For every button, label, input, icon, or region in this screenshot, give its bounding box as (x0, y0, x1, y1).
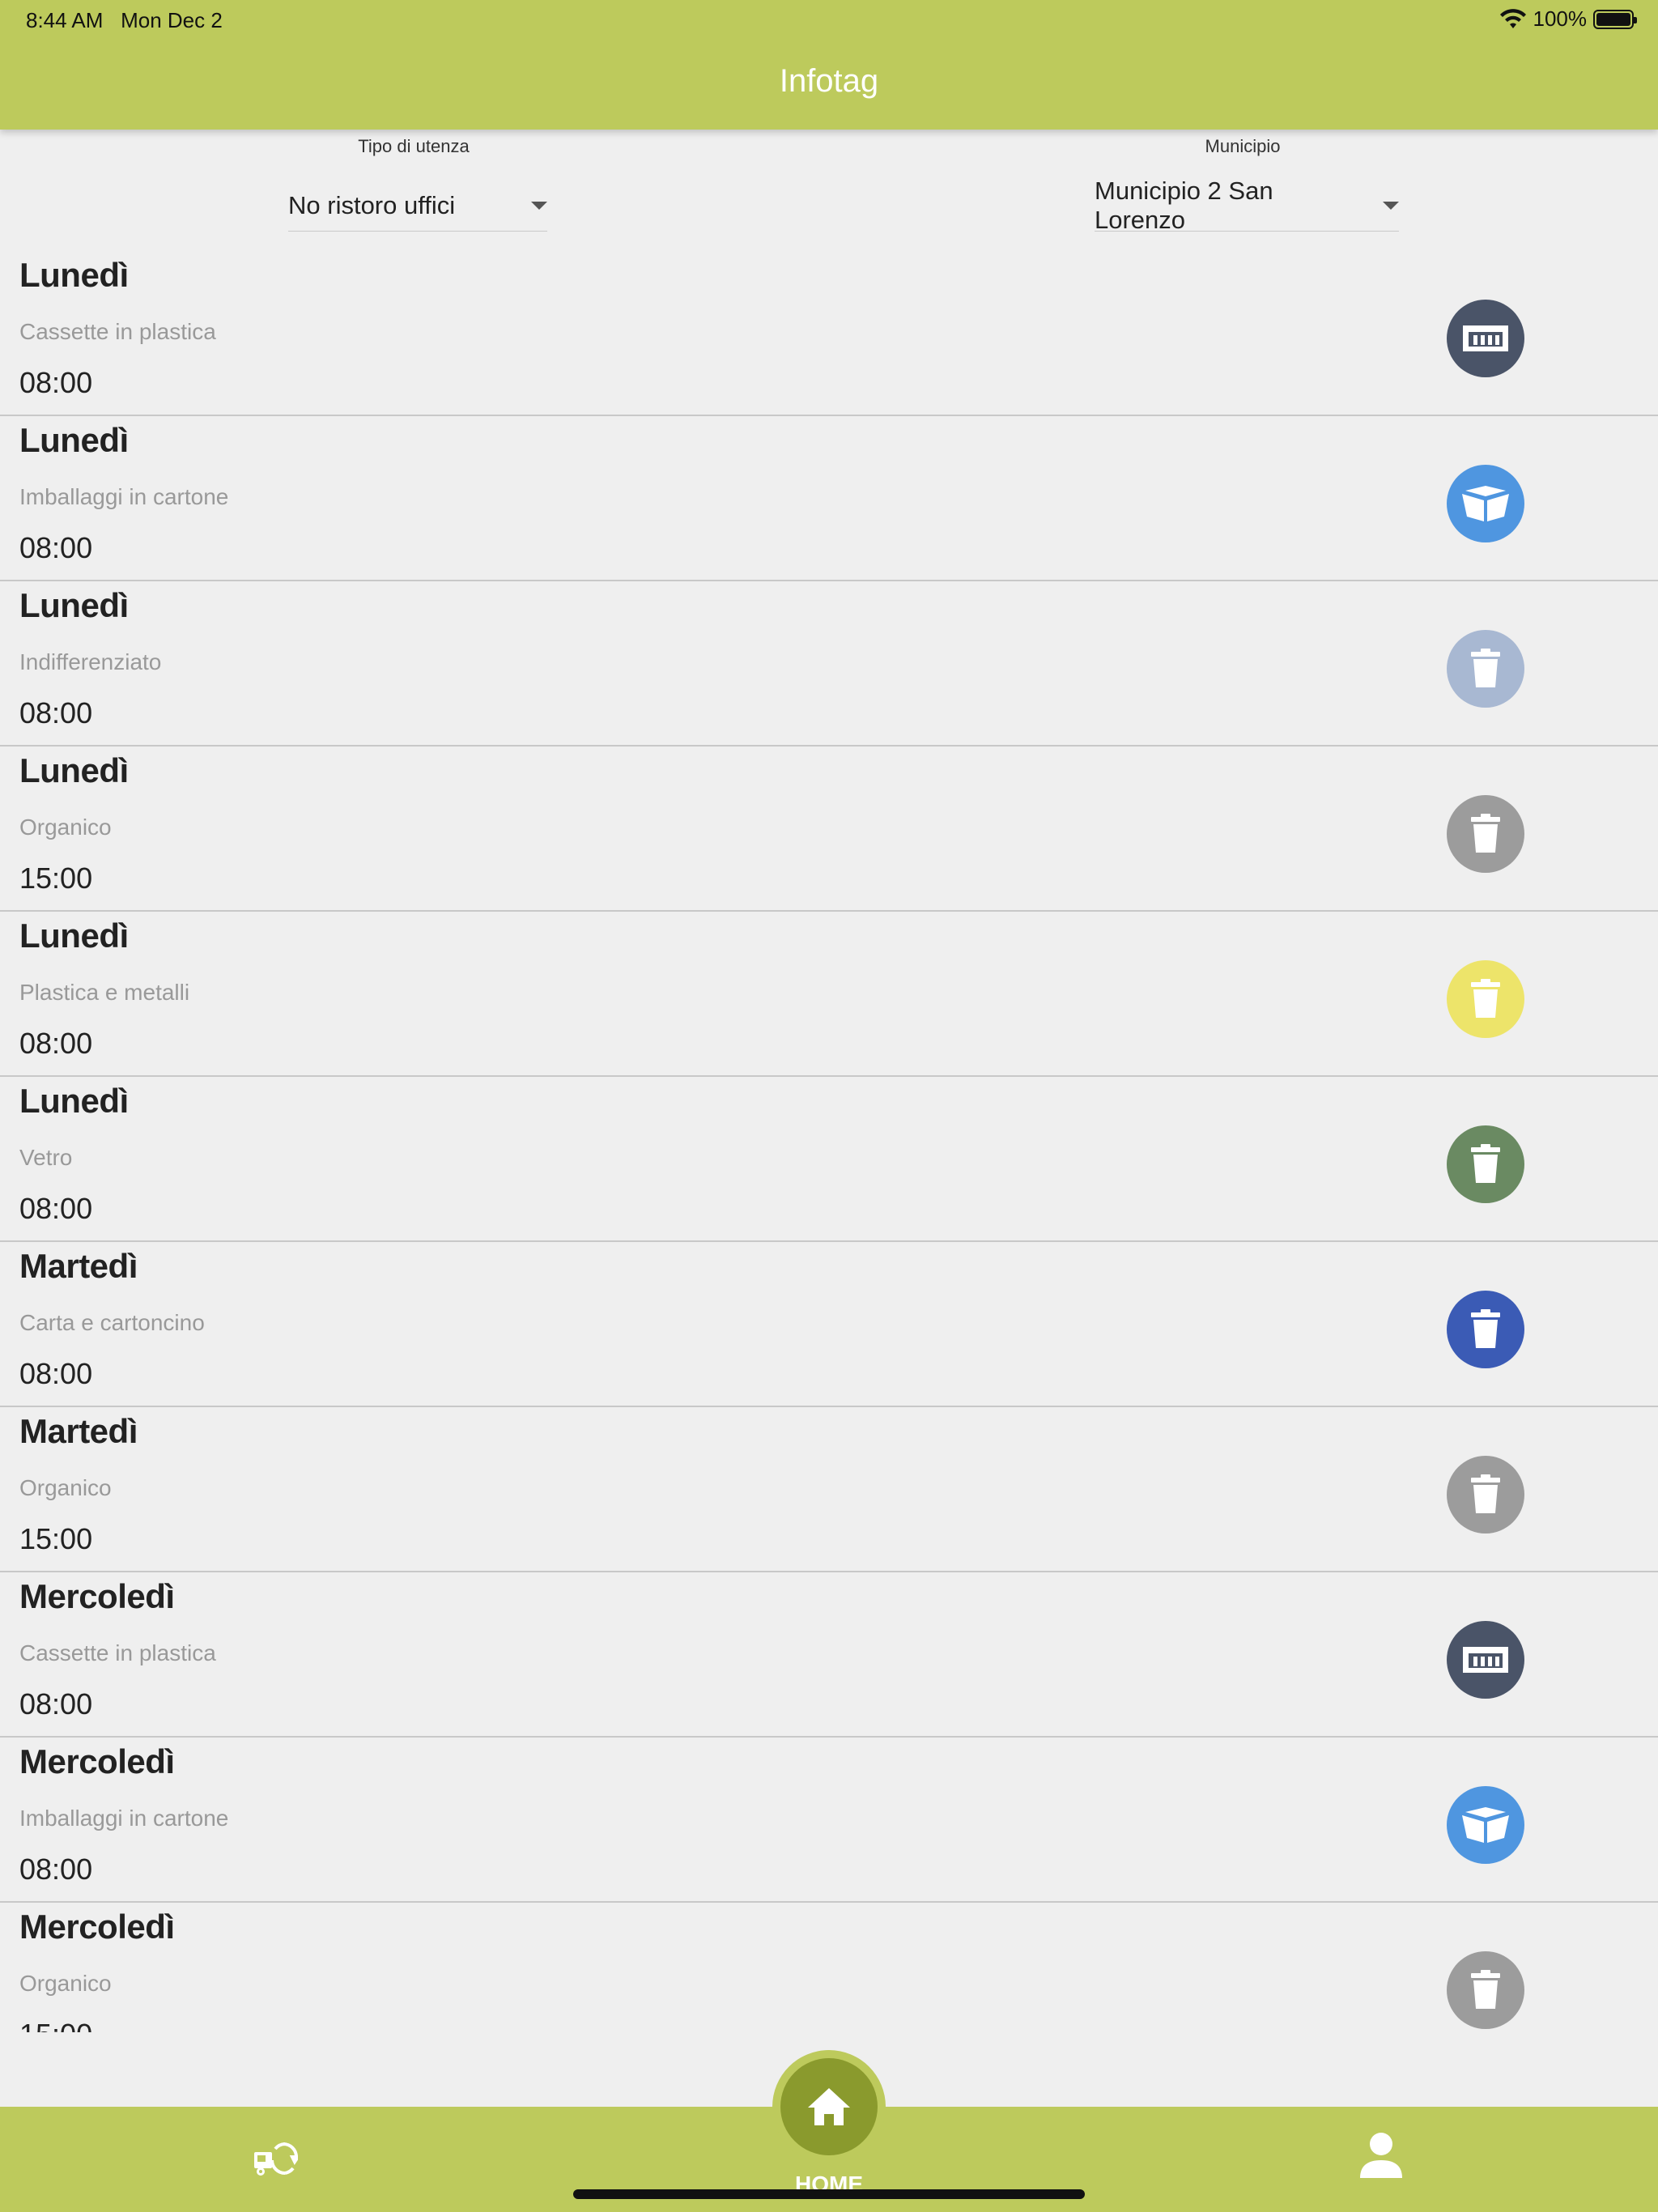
tipo-utenza-select[interactable]: No ristoro uffici (288, 180, 547, 232)
list-item[interactable]: Mercoledì Organico 15:00 (0, 1903, 1658, 2032)
waste-type-label: Cassette in plastica (19, 1640, 216, 1665)
collection-time: 08:00 (19, 1027, 93, 1060)
day-label: Martedì (19, 1247, 138, 1285)
municipio-filter: Municipio (1117, 136, 1368, 157)
waste-type-label: Organico (19, 1475, 112, 1500)
collection-time: 08:00 (19, 531, 93, 564)
trash-icon (1447, 1125, 1524, 1203)
day-label: Martedì (19, 1412, 138, 1450)
day-label: Lunedì (19, 256, 129, 294)
waste-type-label: Cassette in plastica (19, 319, 216, 344)
day-label: Lunedì (19, 1082, 129, 1120)
waste-type-label: Imballaggi in cartone (19, 1806, 229, 1831)
day-label: Lunedì (19, 586, 129, 624)
collection-time: 08:00 (19, 1357, 93, 1390)
home-icon (808, 2088, 850, 2125)
waste-type-label: Vetro (19, 1145, 73, 1170)
list-item[interactable]: Martedì Organico 15:00 (0, 1407, 1658, 1572)
box-icon (1447, 465, 1524, 542)
home-button[interactable] (780, 2058, 878, 2155)
battery-percent: 100% (1533, 6, 1588, 31)
list-item[interactable]: Lunedì Organico 15:00 (0, 747, 1658, 912)
battery-icon (1593, 9, 1637, 29)
collection-time: 08:00 (19, 1853, 93, 1886)
page-title: Infotag (779, 63, 879, 99)
waste-type-label: Carta e cartoncino (19, 1310, 205, 1335)
trash-icon (1447, 960, 1524, 1038)
crate-icon (1447, 1621, 1524, 1699)
list-item[interactable]: Lunedì Cassette in plastica 08:00 (0, 251, 1658, 416)
day-label: Lunedì (19, 751, 129, 789)
waste-type-label: Organico (19, 815, 112, 840)
box-icon (1447, 1786, 1524, 1864)
day-label: Lunedì (19, 421, 129, 459)
tipo-utenza-value: No ristoro uffici (288, 190, 456, 219)
waste-type-label: Indifferenziato (19, 649, 162, 674)
list-item[interactable]: Mercoledì Imballaggi in cartone 08:00 (0, 1738, 1658, 1903)
municipio-select[interactable]: Municipio 2 San Lorenzo (1095, 176, 1399, 234)
chevron-down-icon (1383, 201, 1399, 210)
day-label: Mercoledì (19, 1577, 175, 1615)
trash-icon (1447, 1456, 1524, 1534)
truck-recycle-icon[interactable] (253, 2138, 298, 2178)
waste-type-label: Organico (19, 1971, 112, 1996)
day-label: Lunedì (19, 917, 129, 955)
list-item[interactable]: Martedì Carta e cartoncino 08:00 (0, 1242, 1658, 1407)
waste-type-label: Imballaggi in cartone (19, 484, 229, 509)
trash-icon (1447, 1951, 1524, 2029)
collection-time: 15:00 (19, 2018, 92, 2032)
waste-type-label: Plastica e metalli (19, 980, 190, 1005)
chevron-down-icon (531, 201, 547, 210)
collection-schedule-list[interactable]: Lunedì Cassette in plastica 08:00 Lunedì Imb… (0, 251, 1658, 2032)
crate-icon (1447, 300, 1524, 377)
wifi-icon (1499, 8, 1526, 28)
collection-time: 15:00 (19, 861, 93, 895)
tipo-utenza-filter: Tipo di utenza (288, 136, 539, 157)
list-item[interactable]: Lunedì Imballaggi in cartone 08:00 (0, 416, 1658, 581)
day-label: Mercoledì (19, 1908, 175, 1946)
collection-time: 08:00 (19, 1192, 93, 1225)
municipio-value: Municipio 2 San Lorenzo (1095, 176, 1273, 234)
collection-time: 15:00 (19, 1522, 93, 1555)
home-indicator (573, 2189, 1085, 2199)
tipo-utenza-label: Tipo di utenza (358, 136, 470, 156)
collection-time: 08:00 (19, 366, 93, 399)
status-indicators: 100% (1499, 6, 1637, 32)
list-item[interactable]: Mercoledì Cassette in plastica 08:00 (0, 1572, 1658, 1738)
trash-icon (1447, 630, 1524, 708)
status-time: 8:44 AM Mon Dec 2 (26, 8, 223, 32)
list-item[interactable]: Lunedì Indifferenziato 08:00 (0, 581, 1658, 747)
trash-icon (1447, 1291, 1524, 1368)
list-item[interactable]: Lunedì Plastica e metalli 08:00 (0, 912, 1658, 1077)
app-header: 8:44 AM Mon Dec 2 100% Infotag (0, 0, 1658, 130)
list-item[interactable]: Lunedì Vetro 08:00 (0, 1077, 1658, 1242)
day-label: Mercoledì (19, 1742, 175, 1780)
municipio-label: Municipio (1205, 136, 1281, 156)
user-profile-icon[interactable] (1360, 2131, 1402, 2180)
collection-time: 08:00 (19, 1687, 93, 1721)
collection-time: 08:00 (19, 696, 93, 730)
trash-icon (1447, 795, 1524, 873)
